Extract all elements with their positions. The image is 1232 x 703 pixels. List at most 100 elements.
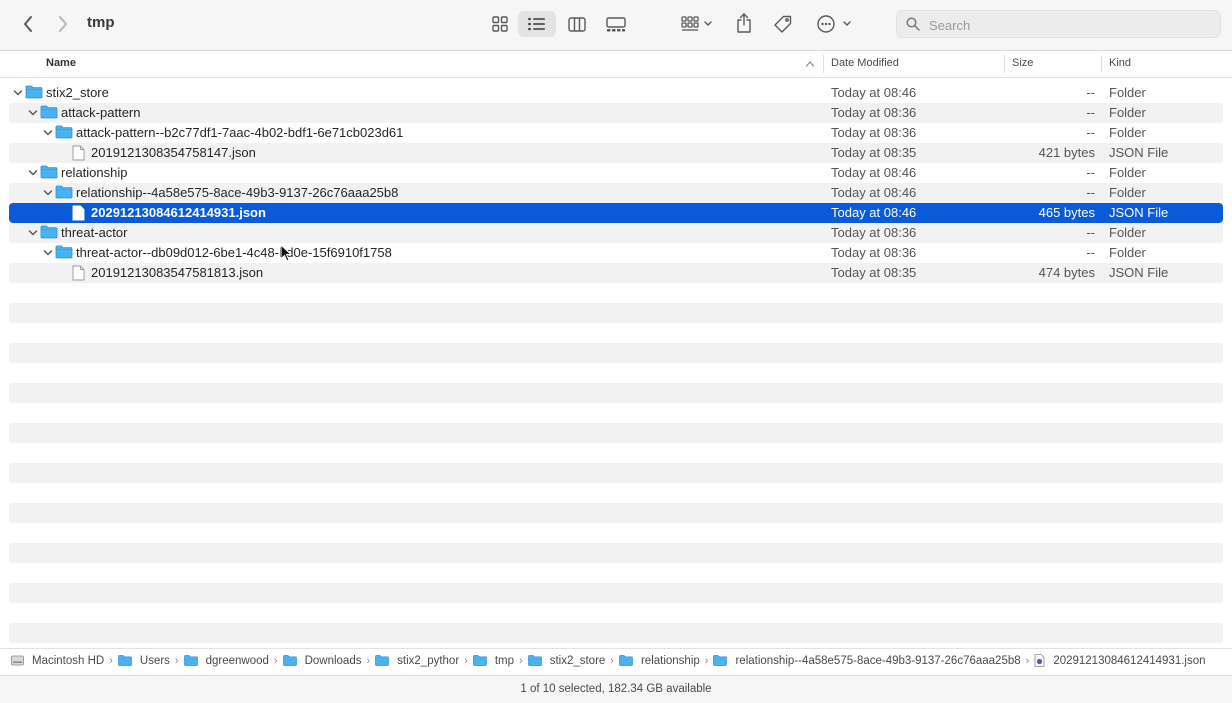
column-kind[interactable]: Kind: [1109, 57, 1131, 69]
folder-row[interactable]: attack-pattern Today at 08:36 -- Folder: [9, 103, 1223, 123]
json-file-icon: [1034, 654, 1049, 667]
folder-icon: [25, 85, 43, 102]
folder-row[interactable]: relationship--4a58e575-8ace-49b3-9137-26…: [9, 183, 1223, 203]
file-size: --: [1086, 125, 1095, 140]
column-separator[interactable]: [1004, 55, 1005, 73]
folder-row[interactable]: attack-pattern--b2c77df1-7aac-4b02-bdf1-…: [9, 123, 1223, 143]
breadcrumb-label: stix2_pythor: [397, 654, 460, 667]
item-name: 2019121308354758147.json: [91, 145, 256, 160]
column-name[interactable]: Name: [46, 57, 76, 69]
disclosure-chevron-icon[interactable]: [42, 126, 54, 140]
chevron-right-icon: ›: [109, 654, 113, 667]
column-separator[interactable]: [823, 55, 824, 73]
folder-icon: [55, 245, 73, 262]
column-view-icon[interactable]: [565, 12, 589, 36]
folder-row[interactable]: stix2_store Today at 08:46 -- Folder: [9, 83, 1223, 103]
list-view-icon[interactable]: [525, 12, 549, 36]
chevron-right-icon: ›: [273, 654, 278, 667]
breadcrumb-item[interactable]: relationship: [619, 655, 700, 667]
empty-row: [9, 403, 1223, 423]
item-name: relationship: [61, 165, 128, 180]
date-modified: Today at 08:46: [831, 205, 917, 220]
more-icon[interactable]: [814, 12, 854, 36]
breadcrumb-item[interactable]: tmp: [472, 654, 515, 667]
chevron-right-icon: ›: [366, 654, 371, 667]
column-date[interactable]: Date Modified: [831, 57, 899, 69]
date-modified: Today at 08:46: [831, 185, 917, 200]
folder-icon: [527, 655, 546, 666]
breadcrumb-label: Users: [139, 654, 170, 667]
breadcrumb-label: 20291213084612414931.json: [1053, 654, 1206, 667]
file-row[interactable]: 20191213083547581813.json Today at 08:35 4…: [9, 263, 1223, 283]
disclosure-chevron-icon[interactable]: [42, 246, 54, 260]
chevron-right-icon: ›: [519, 654, 523, 667]
document-icon: [72, 265, 85, 284]
folder-icon: [375, 655, 393, 666]
disclosure-chevron-icon[interactable]: [27, 106, 39, 120]
column-size[interactable]: Size: [1012, 57, 1033, 69]
empty-row: [9, 483, 1223, 503]
item-name: attack-pattern--b2c77df1-7aac-4b02-bdf1-…: [76, 125, 404, 140]
status-bar: 1 of 10 selected, 182.34 GB available: [0, 675, 1232, 703]
breadcrumb-label: Downloads: [304, 654, 362, 667]
search-field[interactable]: [896, 10, 1221, 38]
window-title: tmp: [87, 14, 115, 31]
folder-row[interactable]: relationship Today at 08:46 -- Folder: [9, 163, 1223, 183]
breadcrumb-item[interactable]: stix2_pythor: [375, 655, 459, 667]
breadcrumb-item[interactable]: stix2_store: [527, 654, 606, 667]
breadcrumb-item[interactable]: 20291213084612414931.json: [1034, 654, 1206, 667]
empty-row: [9, 323, 1223, 343]
breadcrumb-item[interactable]: relationship--4a58e575-8ace-49b3-9137-26…: [713, 655, 1021, 667]
toolbar: tmp: [0, 0, 1232, 51]
chevron-right-icon: ›: [174, 654, 179, 667]
empty-row: [9, 523, 1223, 543]
item-name: relationship--4a58e575-8ace-49b3-9137-26…: [76, 185, 399, 200]
breadcrumb-item[interactable]: Macintosh HD: [11, 655, 104, 667]
icon-view-icon[interactable]: [488, 12, 512, 36]
folder-icon: [55, 185, 73, 202]
document-icon: [72, 205, 85, 224]
item-name: threat-actor--db09d012-6be1-4c48-bd0e-15…: [76, 245, 392, 260]
disclosure-chevron-icon[interactable]: [27, 226, 39, 240]
file-kind: Folder: [1109, 185, 1146, 200]
folder-row[interactable]: threat-actor Today at 08:36 -- Folder: [9, 223, 1223, 243]
breadcrumb-item[interactable]: Users: [118, 655, 170, 667]
file-size: 474 bytes: [1038, 265, 1095, 280]
item-name: attack-pattern: [61, 105, 141, 120]
date-modified: Today at 08:36: [831, 125, 917, 140]
gallery-view-icon[interactable]: [603, 12, 629, 36]
empty-row: [9, 443, 1223, 463]
sort-ascending-icon: [805, 59, 815, 71]
empty-row: [9, 503, 1223, 523]
breadcrumb-item[interactable]: dgreenwood: [183, 654, 269, 667]
breadcrumb-label: relationship: [640, 654, 700, 667]
share-icon[interactable]: [732, 10, 756, 36]
file-row[interactable]: 20291213084612414931.json Today at 08:46 4…: [9, 203, 1223, 223]
empty-row: [9, 463, 1223, 483]
date-modified: Today at 08:36: [831, 245, 917, 260]
disclosure-chevron-icon[interactable]: [42, 186, 54, 200]
file-row[interactable]: 2019121308354758147.json Today at 08:35 42…: [9, 143, 1223, 163]
disclosure-chevron-icon[interactable]: [27, 166, 39, 180]
column-separator[interactable]: [1101, 55, 1102, 73]
breadcrumb-label: tmp: [494, 654, 515, 667]
search-input[interactable]: [927, 15, 1211, 35]
folder-icon: [713, 655, 731, 666]
empty-row: [9, 543, 1223, 563]
date-modified: Today at 08:35: [831, 145, 917, 160]
tag-icon[interactable]: [771, 12, 795, 36]
breadcrumb-label: stix2_store: [549, 654, 606, 667]
back-icon[interactable]: [18, 12, 38, 36]
empty-row: [9, 563, 1223, 583]
date-modified: Today at 08:46: [831, 165, 917, 180]
chevron-right-icon: ›: [1025, 654, 1030, 667]
folder-row[interactable]: threat-actor--db09d012-6be1-4c48-bd0e-15…: [9, 243, 1223, 263]
search-icon: [906, 17, 920, 36]
item-name: threat-actor: [61, 225, 128, 240]
forward-icon[interactable]: [53, 12, 73, 36]
disclosure-chevron-icon[interactable]: [12, 86, 24, 100]
group-icon[interactable]: [676, 12, 716, 36]
breadcrumb-item[interactable]: Downloads: [282, 654, 362, 667]
path-bar: Macintosh HD › Users › dgreenwood › Downloads ›…: [0, 648, 1232, 675]
breadcrumb-label: dgreenwood: [205, 654, 269, 667]
